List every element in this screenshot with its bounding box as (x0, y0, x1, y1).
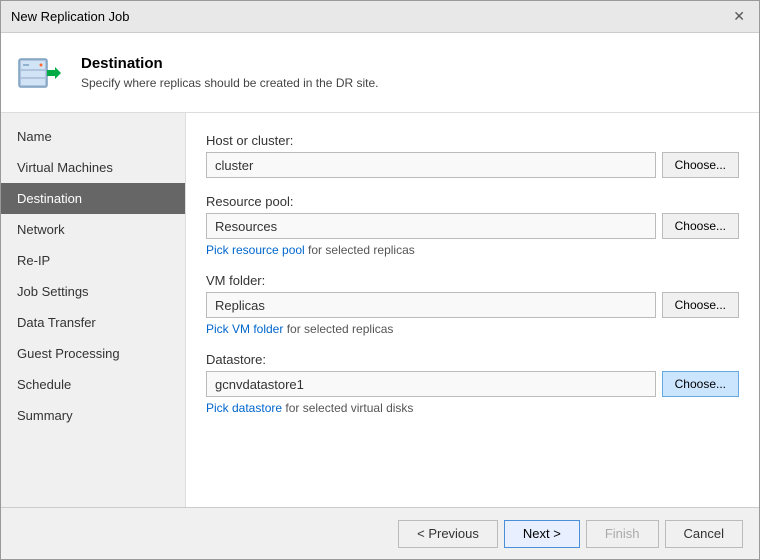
sidebar-item-virtual-machines[interactable]: Virtual Machines (1, 152, 185, 183)
footer: < Previous Next > Finish Cancel (1, 507, 759, 559)
vm-folder-choose-button[interactable]: Choose... (662, 292, 739, 318)
sidebar-item-data-transfer[interactable]: Data Transfer (1, 307, 185, 338)
vm-folder-link-row: Pick VM folder for selected replicas (206, 322, 739, 336)
host-cluster-row: Choose... (206, 152, 739, 178)
next-button[interactable]: Next > (504, 520, 580, 548)
sidebar-item-re-ip[interactable]: Re-IP (1, 245, 185, 276)
sidebar-item-job-settings[interactable]: Job Settings (1, 276, 185, 307)
resource-pool-link[interactable]: Pick resource pool (206, 243, 305, 257)
vm-folder-link-suffix: for selected replicas (283, 322, 393, 336)
sidebar: Name Virtual Machines Destination Networ… (1, 113, 186, 507)
finish-button[interactable]: Finish (586, 520, 659, 548)
resource-pool-input[interactable] (206, 213, 656, 239)
content-area: Name Virtual Machines Destination Networ… (1, 113, 759, 507)
host-cluster-group: Host or cluster: Choose... (206, 133, 739, 178)
resource-pool-link-row: Pick resource pool for selected replicas (206, 243, 739, 257)
header-section: Destination Specify where replicas shoul… (1, 33, 759, 113)
host-cluster-label: Host or cluster: (206, 133, 739, 148)
close-button[interactable]: ✕ (729, 8, 749, 25)
dialog-title: New Replication Job (11, 9, 130, 24)
datastore-label: Datastore: (206, 352, 739, 367)
previous-button[interactable]: < Previous (398, 520, 498, 548)
vm-folder-group: VM folder: Choose... Pick VM folder for … (206, 273, 739, 336)
title-bar: New Replication Job ✕ (1, 1, 759, 33)
datastore-group: Datastore: Choose... Pick datastore for … (206, 352, 739, 415)
main-form: Host or cluster: Choose... Resource pool… (186, 113, 759, 507)
vm-folder-link[interactable]: Pick VM folder (206, 322, 283, 336)
header-text: Destination Specify where replicas shoul… (81, 55, 379, 90)
resource-pool-choose-button[interactable]: Choose... (662, 213, 739, 239)
datastore-link-row: Pick datastore for selected virtual disk… (206, 401, 739, 415)
cancel-button[interactable]: Cancel (665, 520, 743, 548)
datastore-row: Choose... (206, 371, 739, 397)
host-cluster-choose-button[interactable]: Choose... (662, 152, 739, 178)
header-title: Destination (81, 55, 379, 72)
datastore-input[interactable] (206, 371, 656, 397)
header-subtitle: Specify where replicas should be created… (81, 76, 379, 90)
sidebar-item-schedule[interactable]: Schedule (1, 369, 185, 400)
resource-pool-label: Resource pool: (206, 194, 739, 209)
vm-folder-label: VM folder: (206, 273, 739, 288)
host-cluster-input[interactable] (206, 152, 656, 178)
vm-folder-input[interactable] (206, 292, 656, 318)
sidebar-item-network[interactable]: Network (1, 214, 185, 245)
datastore-choose-button[interactable]: Choose... (662, 371, 739, 397)
vm-folder-row: Choose... (206, 292, 739, 318)
destination-icon (17, 49, 65, 97)
dialog: New Replication Job ✕ Destination Specif… (0, 0, 760, 560)
sidebar-item-destination[interactable]: Destination (1, 183, 185, 214)
resource-pool-link-suffix: for selected replicas (305, 243, 415, 257)
datastore-link[interactable]: Pick datastore (206, 401, 282, 415)
sidebar-item-name[interactable]: Name (1, 121, 185, 152)
datastore-link-suffix: for selected virtual disks (282, 401, 413, 415)
sidebar-item-guest-processing[interactable]: Guest Processing (1, 338, 185, 369)
resource-pool-row: Choose... (206, 213, 739, 239)
resource-pool-group: Resource pool: Choose... Pick resource p… (206, 194, 739, 257)
sidebar-item-summary[interactable]: Summary (1, 400, 185, 431)
